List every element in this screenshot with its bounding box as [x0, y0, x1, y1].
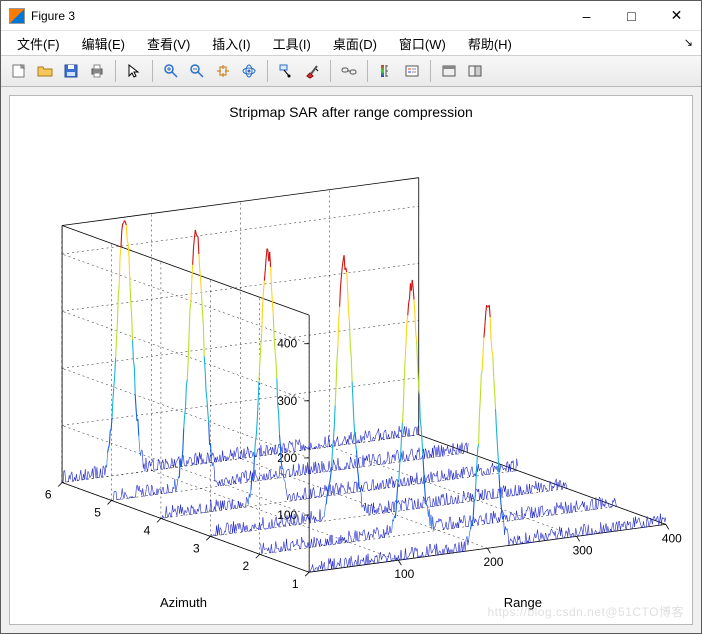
toolbar-separator	[115, 60, 116, 82]
maximize-button[interactable]: □	[609, 1, 654, 30]
svg-text:5: 5	[94, 505, 101, 519]
link-icon[interactable]	[337, 59, 361, 83]
data-cursor-icon[interactable]	[274, 59, 298, 83]
zoom-out-icon[interactable]	[185, 59, 209, 83]
menu-view[interactable]: 查看(V)	[137, 31, 200, 56]
svg-text:2: 2	[242, 559, 249, 573]
axes-panel[interactable]: Stripmap SAR after range compression 100…	[9, 95, 693, 625]
menu-window[interactable]: 窗口(W)	[389, 31, 456, 56]
minimize-button[interactable]: –	[564, 1, 609, 30]
pan-icon[interactable]	[211, 59, 235, 83]
brush-icon[interactable]	[300, 59, 324, 83]
window-titlebar: Figure 3 – □ ✕	[1, 1, 701, 31]
save-icon[interactable]	[59, 59, 83, 83]
colorbar-icon[interactable]	[374, 59, 398, 83]
legend-icon[interactable]	[400, 59, 424, 83]
toolbar-separator	[152, 60, 153, 82]
svg-text:4: 4	[144, 523, 151, 537]
y-axis-label: Azimuth	[160, 595, 207, 610]
svg-text:6: 6	[45, 487, 52, 501]
menu-desktop[interactable]: 桌面(D)	[323, 31, 387, 56]
hide-tools-icon[interactable]	[437, 59, 461, 83]
menu-file[interactable]: 文件(F)	[7, 31, 70, 56]
open-icon[interactable]	[33, 59, 57, 83]
zoom-in-icon[interactable]	[159, 59, 183, 83]
svg-text:300: 300	[573, 543, 593, 557]
window-title: Figure 3	[31, 9, 564, 23]
toolbar-separator	[367, 60, 368, 82]
dock-icon[interactable]	[463, 59, 487, 83]
watermark: https://blog.csdn.net@51CTO博客	[487, 603, 684, 620]
pointer-icon[interactable]	[122, 59, 146, 83]
svg-text:1: 1	[292, 577, 299, 591]
window-controls: – □ ✕	[564, 1, 699, 30]
toolbar-separator	[430, 60, 431, 82]
svg-text:300: 300	[277, 394, 297, 408]
toolbar-separator	[330, 60, 331, 82]
matlab-app-icon	[9, 8, 25, 24]
menu-edit[interactable]: 编辑(E)	[72, 31, 135, 56]
rotate3d-icon[interactable]	[237, 59, 261, 83]
menu-tools[interactable]: 工具(I)	[263, 31, 321, 56]
svg-text:400: 400	[277, 337, 297, 351]
svg-text:400: 400	[662, 531, 682, 545]
menu-insert[interactable]: 插入(I)	[202, 31, 260, 56]
plot3d-svg: 100200300400123456100200300400	[10, 96, 692, 624]
figure-area: Stripmap SAR after range compression 100…	[1, 87, 701, 633]
menu-help[interactable]: 帮助(H)	[458, 31, 522, 56]
svg-text:200: 200	[483, 555, 503, 569]
figure-toolbar	[1, 55, 701, 87]
dock-arrow-icon[interactable]: ↘	[684, 36, 693, 49]
svg-text:100: 100	[394, 567, 414, 581]
new-figure-icon[interactable]	[7, 59, 31, 83]
menu-bar: 文件(F) 编辑(E) 查看(V) 插入(I) 工具(I) 桌面(D) 窗口(W…	[1, 31, 701, 55]
svg-text:3: 3	[193, 541, 200, 555]
toolbar-separator	[267, 60, 268, 82]
print-icon[interactable]	[85, 59, 109, 83]
close-button[interactable]: ✕	[654, 1, 699, 30]
